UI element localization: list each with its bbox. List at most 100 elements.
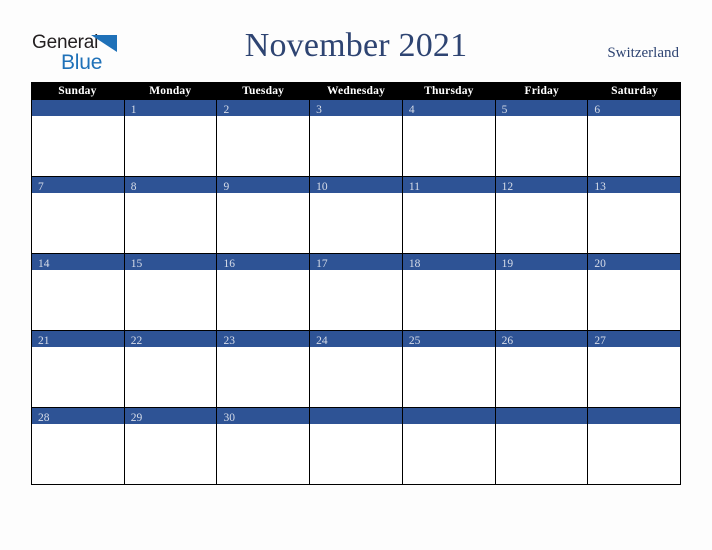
day-cell[interactable]: 5 [495, 100, 589, 177]
dow-header-sunday: Sunday [58, 85, 97, 97]
week-row: 28 29 30 [32, 408, 681, 484]
day-cell[interactable]: 10 [310, 177, 403, 254]
day-cell[interactable] [495, 408, 589, 484]
day-number-bar [310, 408, 402, 424]
day-cell[interactable] [588, 408, 681, 484]
day-number-bar: 18 [402, 254, 495, 270]
week-row: 7 8 9 10 11 12 13 [32, 177, 681, 254]
day-of-week-header-row: Sunday Monday Tuesday Wednesday Thursday… [31, 82, 681, 100]
day-number: 27 [594, 335, 606, 347]
calendar-grid: Sunday Monday Tuesday Wednesday Thursday… [31, 82, 681, 485]
day-number: 1 [130, 104, 137, 116]
day-number: 16 [223, 258, 235, 270]
day-cell[interactable]: 27 [588, 331, 681, 408]
day-number-bar: 2 [217, 100, 310, 116]
day-cell[interactable]: 17 [310, 254, 403, 331]
day-number-bar [495, 408, 588, 424]
day-number: 29 [130, 412, 143, 424]
day-cell[interactable]: 7 [32, 177, 125, 254]
day-number: 30 [223, 412, 235, 424]
day-number: 12 [501, 181, 514, 193]
day-number: 19 [501, 258, 514, 270]
calendar-weeks: 1 2 3 4 5 6 7 8 9 10 11 12 13 14 15 16 1… [31, 100, 681, 485]
day-number: 24 [316, 335, 328, 347]
day-cell[interactable]: 3 [310, 100, 403, 177]
week-row: 14 15 16 17 18 19 20 [32, 254, 681, 331]
day-number: 18 [408, 258, 421, 270]
day-cell[interactable]: 6 [588, 100, 681, 177]
day-cell[interactable]: 26 [495, 331, 589, 408]
day-number: 25 [408, 335, 421, 347]
day-number-bar: 4 [402, 100, 495, 116]
day-number-bar: 10 [310, 177, 402, 193]
day-cell[interactable]: 16 [217, 254, 311, 331]
day-cell[interactable]: 20 [588, 254, 681, 331]
day-number: 17 [316, 258, 328, 270]
day-number-bar: 25 [402, 331, 495, 347]
day-cell[interactable]: 12 [495, 177, 589, 254]
day-number-bar: 15 [124, 254, 217, 270]
dow-header-friday: Friday [524, 85, 559, 97]
page-header: General Blue November 2021 Switzerland [0, 0, 712, 82]
day-cell[interactable]: 18 [402, 254, 496, 331]
day-number: 22 [130, 335, 143, 347]
day-number-bar: 12 [495, 177, 588, 193]
day-cell[interactable]: 21 [32, 331, 125, 408]
day-number: 15 [130, 258, 143, 270]
day-number-bar: 17 [310, 254, 402, 270]
day-cell[interactable]: 8 [124, 177, 218, 254]
day-cell[interactable]: 13 [588, 177, 681, 254]
day-cell[interactable]: 30 [217, 408, 311, 484]
day-number-bar [588, 408, 681, 424]
day-number-bar [402, 408, 495, 424]
day-number: 3 [316, 104, 322, 116]
day-number-bar: 3 [310, 100, 402, 116]
day-cell[interactable]: 4 [402, 100, 496, 177]
day-number: 11 [408, 181, 420, 193]
day-number: 5 [501, 104, 508, 116]
day-cell[interactable]: 11 [402, 177, 496, 254]
day-number: 2 [223, 104, 230, 116]
day-number-bar: 24 [310, 331, 402, 347]
day-cell[interactable]: 22 [124, 331, 218, 408]
dow-header-wednesday: Wednesday [326, 85, 386, 97]
country-label: Switzerland [607, 45, 679, 61]
day-cell[interactable] [402, 408, 496, 484]
day-number-bar: 29 [124, 408, 217, 424]
day-cell[interactable]: 15 [124, 254, 218, 331]
day-cell[interactable]: 14 [32, 254, 125, 331]
dow-header-monday: Monday [149, 85, 192, 97]
day-cell[interactable]: 9 [217, 177, 311, 254]
day-number-bar: 11 [402, 177, 495, 193]
day-number-bar: 26 [495, 331, 588, 347]
day-cell[interactable]: 28 [32, 408, 125, 484]
day-cell[interactable] [310, 408, 403, 484]
day-cell[interactable]: 19 [495, 254, 589, 331]
day-cell[interactable]: 29 [124, 408, 218, 484]
day-number: 13 [594, 181, 606, 193]
day-number: 7 [38, 181, 44, 193]
dow-header-saturday: Saturday [611, 85, 659, 97]
week-row: 21 22 23 24 25 26 27 [32, 331, 681, 408]
day-cell[interactable]: 23 [217, 331, 311, 408]
day-number: 28 [38, 412, 50, 424]
day-number: 21 [38, 335, 50, 347]
day-cell[interactable]: 24 [310, 331, 403, 408]
day-number-bar: 9 [217, 177, 310, 193]
day-number-bar: 8 [124, 177, 217, 193]
day-cell[interactable] [32, 100, 125, 177]
day-number-bar: 23 [217, 331, 310, 347]
day-number: 9 [223, 181, 230, 193]
day-number: 14 [38, 258, 50, 270]
day-number-bar: 22 [124, 331, 217, 347]
day-number-bar: 6 [588, 100, 681, 116]
day-number: 6 [594, 104, 601, 116]
day-number-bar: 27 [588, 331, 681, 347]
day-cell[interactable]: 25 [402, 331, 496, 408]
day-cell[interactable]: 1 [124, 100, 218, 177]
day-cell[interactable]: 2 [217, 100, 311, 177]
day-number: 20 [594, 258, 606, 270]
day-number: 23 [223, 335, 235, 347]
day-number-bar: 16 [217, 254, 310, 270]
day-number-bar: 21 [32, 331, 124, 347]
